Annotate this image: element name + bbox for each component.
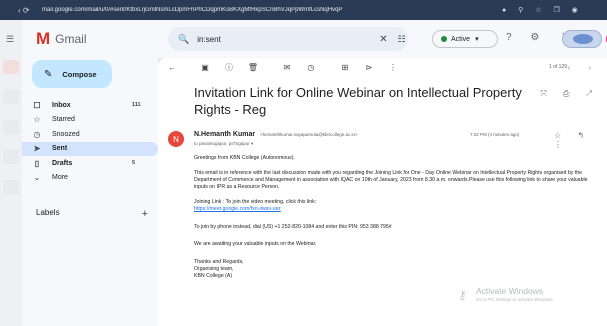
phone-text: To join by phone instead, dial (US) +1 2… bbox=[194, 224, 392, 230]
team-text: Organising team, bbox=[194, 266, 234, 272]
rail-chat-icon[interactable] bbox=[3, 90, 19, 104]
sidebar-item-snoozed[interactable]: ◷ Snoozed bbox=[22, 127, 158, 142]
sender-name[interactable]: N.Hemanth Kumar bbox=[194, 131, 255, 138]
watermark-title: Activate Windows bbox=[476, 286, 544, 296]
email-subject: Invitation Link for Online Webinar on In… bbox=[194, 85, 522, 117]
sidebar-item-sent[interactable]: ➤ Sent bbox=[22, 141, 158, 156]
search-options-icon[interactable]: ☷ bbox=[398, 34, 406, 45]
college-text: KBN College (A) bbox=[194, 273, 233, 279]
message-toolbar: ← ▣ ⓘ 🗑 ✉ ◷ ⊞ ⊳ ⋮ 1 of 129 ‹ › bbox=[158, 58, 607, 76]
reply-action-icons[interactable]: ☆ ↰ ⋮ bbox=[554, 131, 607, 149]
browser-toolbar: ‹ ⟳ mail.google.com/mail/u/0/#sent/KtbxL… bbox=[0, 0, 607, 20]
sidebar-item-label: Inbox bbox=[52, 101, 71, 109]
add-to-tasks-icon[interactable]: ⊞ bbox=[338, 63, 352, 72]
gmail-logo-icon: M bbox=[36, 29, 51, 48]
status-dot-icon bbox=[441, 36, 447, 42]
sender-avatar[interactable]: N bbox=[168, 131, 184, 147]
email-paragraph: This email is in reference with the last… bbox=[194, 170, 588, 190]
compose-label: Compose bbox=[62, 69, 97, 79]
pagination-arrows[interactable]: ‹ › bbox=[567, 63, 599, 72]
sender-line: N.Hemanth Kumar <hemanthkumar.nayapamula… bbox=[194, 131, 494, 138]
app-name: Gmail bbox=[55, 32, 87, 46]
add-label-icon[interactable]: + bbox=[142, 208, 148, 220]
sidebar: ✎ Compose ☐ Inbox 111 ☆ Starred ◷ Snooze… bbox=[22, 58, 158, 326]
menu-icon[interactable]: ☰ bbox=[6, 34, 14, 45]
email-greeting: Greetings from KBN College (Autonomous). bbox=[194, 155, 295, 161]
labels-section: Labels + bbox=[36, 208, 148, 220]
browser-tool-icons[interactable]: ● ⚲ ☆ ❐ ◉ bbox=[502, 6, 583, 14]
recipients-dropdown[interactable]: to pavantogapur, psTogapur ▾ bbox=[194, 141, 253, 147]
delete-icon[interactable]: 🗑 bbox=[246, 63, 260, 72]
sidebar-item-label: Sent bbox=[52, 145, 68, 153]
unread-count: 111 bbox=[132, 102, 141, 109]
labels-heading: Labels bbox=[36, 208, 60, 217]
search-input[interactable]: in:sent bbox=[197, 35, 357, 44]
sidebar-item-label: Drafts bbox=[52, 159, 73, 167]
clock-icon: ◷ bbox=[33, 129, 41, 139]
sidebar-item-label: Starred bbox=[52, 116, 75, 124]
clear-search-icon[interactable]: ✕ bbox=[379, 34, 387, 45]
back-arrow-icon[interactable]: ← bbox=[168, 63, 188, 72]
mark-unread-icon[interactable]: ✉ bbox=[280, 63, 294, 72]
search-bar[interactable]: 🔍 in:sent ✕ ☷ bbox=[168, 27, 408, 51]
sidebar-item-more[interactable]: ⌄ More bbox=[22, 171, 158, 186]
gmail-logo[interactable]: M Gmail bbox=[36, 29, 156, 49]
more-options-icon[interactable]: ⋮ bbox=[386, 63, 400, 72]
sidebar-item-drafts[interactable]: ▯ Drafts 5 bbox=[22, 156, 158, 171]
organization-logo bbox=[562, 30, 602, 48]
star-icon: ☆ bbox=[33, 115, 41, 125]
drafts-count: 5 bbox=[132, 160, 136, 167]
rail-mail-icon[interactable] bbox=[3, 60, 19, 74]
sender-email: <hemanthkumar.nayapamula@kbncollege.ac.i… bbox=[260, 132, 358, 137]
compose-button[interactable]: ✎ Compose bbox=[32, 60, 112, 88]
rail-more-icon[interactable] bbox=[3, 180, 19, 194]
joining-text: Joining Link : To join the video meeting… bbox=[194, 199, 317, 205]
label-icon[interactable]: ⊳ bbox=[362, 63, 376, 72]
inbox-icon: ☐ bbox=[33, 100, 41, 110]
sidebar-item-starred[interactable]: ☆ Starred bbox=[22, 113, 158, 128]
email-timestamp: 7:22 PM (4 minutes ago) bbox=[470, 132, 520, 137]
status-label: Active bbox=[451, 35, 471, 43]
rail-spaces-icon[interactable] bbox=[3, 120, 19, 134]
address-bar[interactable]: mail.google.com/mail/u/0/#sent/KtbxLrjGm… bbox=[42, 7, 482, 13]
pencil-icon: ✎ bbox=[44, 68, 53, 80]
pagination-count: 1 of 129 bbox=[548, 64, 567, 70]
meet-link[interactable]: https://meet.google.com/fxo-xwss-usz bbox=[194, 206, 281, 213]
status-selector[interactable]: Active ▾ bbox=[432, 30, 498, 48]
report-spam-icon[interactable]: ⓘ bbox=[222, 62, 236, 73]
gmail-header: M Gmail 🔍 in:sent ✕ ☷ Active ▾ ? ⚙ ⋮⋮ bbox=[22, 20, 607, 58]
chevron-down-icon: ⌄ bbox=[33, 173, 41, 183]
draft-icon: ▯ bbox=[34, 158, 40, 168]
subject-action-icons[interactable]: ⤧ ⎙ ↗ bbox=[540, 89, 599, 99]
archive-icon[interactable]: ▣ bbox=[198, 63, 212, 72]
search-icon[interactable]: 🔍 bbox=[178, 34, 189, 45]
snooze-icon[interactable]: ◷ bbox=[304, 63, 318, 72]
folder-list: ☐ Inbox 111 ☆ Starred ◷ Snoozed ➤ Sent ▯… bbox=[22, 98, 158, 185]
sidebar-item-inbox[interactable]: ☐ Inbox 111 bbox=[22, 98, 158, 113]
rail-meet-icon[interactable] bbox=[3, 150, 19, 164]
chevron-down-icon: ▾ bbox=[475, 36, 479, 43]
signoff-text: Thanks and Regards, bbox=[194, 259, 244, 265]
email-view: ← ▣ ⓘ 🗑 ✉ ◷ ⊞ ⊳ ⋮ 1 of 129 ‹ › Invitatio… bbox=[158, 58, 607, 326]
awaiting-text: We are awaiting your valuable inputs on … bbox=[194, 241, 317, 247]
browser-nav-icons[interactable]: ‹ ⟳ bbox=[18, 6, 38, 15]
sidebar-item-label: Snoozed bbox=[52, 130, 80, 138]
watermark-subtitle: Go to PC settings to activate Windows. bbox=[476, 297, 554, 302]
key-icon: ⚷ bbox=[458, 288, 467, 302]
sidebar-item-label: More bbox=[52, 174, 68, 182]
left-rail: ☰ bbox=[0, 20, 22, 326]
send-icon: ➤ bbox=[33, 144, 41, 154]
